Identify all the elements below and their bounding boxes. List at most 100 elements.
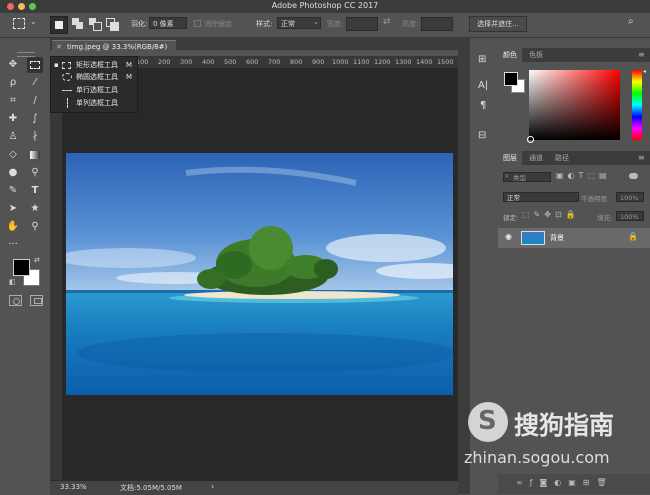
pen-tool-icon[interactable]: ✎ bbox=[5, 183, 21, 199]
layers-panel-tabs: 图层 通道 路径 ≡ bbox=[498, 151, 650, 165]
rectangular-marquee-tool-icon[interactable] bbox=[27, 57, 43, 73]
add-to-selection-icon[interactable] bbox=[70, 16, 86, 32]
close-tab-icon[interactable]: ✕ bbox=[56, 43, 62, 51]
width-input[interactable] bbox=[346, 17, 378, 31]
tab-swatches[interactable]: 色板 bbox=[524, 48, 548, 62]
history-panel-icon[interactable]: ⊞ bbox=[478, 54, 486, 65]
opacity-input[interactable]: 100% bbox=[616, 192, 644, 202]
opacity-label: 不透明度: bbox=[581, 195, 610, 203]
layer-name[interactable]: 背景 bbox=[550, 233, 564, 243]
select-and-mask-button[interactable]: 选择并遮住... bbox=[469, 16, 527, 32]
width-label: 宽度: bbox=[327, 20, 344, 28]
hue-slider[interactable] bbox=[632, 70, 642, 140]
marquee-tools-flyout: ▪ 矩形选框工具 M 椭圆选框工具 M 单行选框工具 单列选框工具 bbox=[50, 56, 138, 113]
flyout-item-single-column-marquee[interactable]: 单列选框工具 bbox=[54, 97, 134, 109]
clone-stamp-tool-icon[interactable]: ♙ bbox=[5, 129, 21, 145]
tab-color[interactable]: 颜色 bbox=[498, 48, 522, 62]
custom-shape-tool-icon[interactable]: ★ bbox=[27, 201, 43, 217]
single-column-marquee-icon bbox=[67, 98, 68, 108]
subtract-from-selection-icon[interactable] bbox=[87, 16, 103, 32]
title-bar: Adobe Photoshop CC 2017 bbox=[0, 0, 650, 13]
zoom-tool-icon[interactable]: ⚲ bbox=[27, 219, 43, 235]
zoom-level[interactable]: 33.33% bbox=[60, 483, 87, 491]
hue-slider-marker[interactable]: ◂ bbox=[643, 68, 646, 75]
layers-footer-icons[interactable]: ∞ƒ◙◐▣⊞🗑 bbox=[516, 478, 614, 487]
layer-thumbnail bbox=[521, 231, 545, 245]
ruler-label: 1200 bbox=[374, 58, 391, 66]
lock-icon[interactable]: 🔒 bbox=[628, 232, 638, 241]
lasso-tool-icon[interactable]: ρ bbox=[5, 75, 21, 91]
gradient-tool-icon[interactable] bbox=[27, 147, 43, 163]
eraser-tool-icon[interactable]: ◇ bbox=[5, 147, 21, 163]
hand-tool-icon[interactable]: ✋ bbox=[5, 219, 21, 235]
character-panel-icon[interactable]: A| bbox=[478, 80, 488, 91]
move-tool-icon[interactable]: ✥ bbox=[5, 57, 21, 73]
brush-tool-icon[interactable]: ∫ bbox=[27, 111, 43, 127]
type-tool-icon[interactable]: T bbox=[27, 183, 43, 199]
eye-icon[interactable]: ◉ bbox=[505, 232, 512, 241]
color-picker-cursor[interactable] bbox=[527, 136, 534, 143]
antialias-checkbox[interactable] bbox=[194, 20, 201, 27]
healing-brush-tool-icon[interactable]: ✚ bbox=[5, 111, 21, 127]
intersect-selection-icon[interactable] bbox=[104, 16, 120, 32]
flyout-item-elliptical-marquee[interactable]: 椭圆选框工具 M bbox=[54, 71, 134, 83]
height-input[interactable] bbox=[421, 17, 453, 31]
chevron-down-icon[interactable]: ⌄ bbox=[30, 17, 37, 26]
foreground-color-swatch[interactable] bbox=[13, 259, 30, 276]
dodge-tool-icon[interactable]: ⚲ bbox=[27, 165, 43, 181]
blur-tool-icon[interactable]: ● bbox=[5, 165, 21, 181]
swap-colors-icon[interactable]: ⇄ bbox=[34, 256, 40, 264]
ruler-label: 1400 bbox=[416, 58, 433, 66]
tab-paths[interactable]: 路径 bbox=[550, 151, 574, 165]
lock-icons[interactable]: ⬚✎✥⊡🔒 bbox=[522, 210, 580, 219]
filter-toggle[interactable] bbox=[629, 173, 638, 179]
chevron-right-icon[interactable]: › bbox=[211, 482, 214, 491]
ruler-label: 300 bbox=[180, 58, 193, 66]
screen-mode-icon[interactable] bbox=[30, 295, 43, 306]
ruler-label: 700 bbox=[268, 58, 281, 66]
marquee-preset-icon[interactable] bbox=[13, 18, 25, 29]
adjustments-panel-icon[interactable]: ⊟ bbox=[478, 130, 486, 141]
new-selection-icon[interactable] bbox=[50, 16, 68, 34]
layer-filter-select[interactable]: 类型 bbox=[503, 172, 551, 182]
height-label: 高度: bbox=[402, 20, 419, 28]
fill-label: 填充: bbox=[597, 214, 613, 222]
ruler-label: 900 bbox=[312, 58, 325, 66]
more-tools-icon[interactable]: ··· bbox=[5, 237, 21, 253]
default-colors-icon[interactable]: ◧ bbox=[9, 278, 16, 286]
fill-input[interactable]: 100% bbox=[616, 211, 644, 221]
eyedropper-tool-icon[interactable]: ∕ bbox=[27, 93, 43, 109]
document-image[interactable] bbox=[66, 153, 453, 395]
feather-input[interactable]: 0 像素 bbox=[149, 17, 187, 29]
document-tab[interactable]: ✕ timg.jpeg @ 33.3%(RGB/8#) bbox=[52, 40, 176, 54]
single-row-marquee-icon bbox=[62, 90, 72, 91]
chevron-down-icon: ⌄ bbox=[313, 18, 319, 26]
feather-label: 羽化: bbox=[131, 20, 148, 28]
ruler-label: 1300 bbox=[395, 58, 412, 66]
blend-mode-select[interactable]: 正常 bbox=[503, 192, 579, 202]
history-brush-tool-icon[interactable]: ∤ bbox=[27, 129, 43, 145]
swap-dimensions-icon[interactable]: ⇄ bbox=[383, 17, 391, 27]
panel-menu-icon[interactable]: ≡ bbox=[638, 153, 645, 162]
foreground-color-swatch[interactable] bbox=[504, 72, 518, 86]
path-selection-tool-icon[interactable]: ➤ bbox=[5, 201, 21, 217]
layer-filter-icons[interactable]: ▣◐T⬚▤ bbox=[556, 171, 611, 180]
flyout-item-rectangular-marquee[interactable]: ▪ 矩形选框工具 M bbox=[54, 59, 134, 71]
ruler-label: 600 bbox=[246, 58, 259, 66]
layer-row[interactable]: ◉ 背景 🔒 bbox=[498, 228, 650, 248]
tab-channels[interactable]: 通道 bbox=[524, 151, 548, 165]
quick-mask-icon[interactable] bbox=[9, 295, 22, 306]
flyout-item-single-row-marquee[interactable]: 单行选框工具 bbox=[54, 84, 134, 96]
magic-wand-tool-icon[interactable]: ⁄ bbox=[27, 75, 43, 91]
paragraph-panel-icon[interactable]: ¶ bbox=[480, 100, 486, 111]
panel-menu-icon[interactable]: ≡ bbox=[638, 50, 645, 59]
watermark-url: zhinan.sogou.com bbox=[464, 448, 610, 467]
color-picker-field[interactable] bbox=[529, 70, 620, 140]
document-size: 文档:5.05M/5.05M bbox=[120, 484, 182, 492]
ruler-label: 800 bbox=[290, 58, 303, 66]
tab-layers[interactable]: 图层 bbox=[498, 151, 522, 165]
window-title: Adobe Photoshop CC 2017 bbox=[271, 1, 379, 10]
crop-tool-icon[interactable]: ⌗ bbox=[5, 93, 21, 109]
search-icon[interactable]: ⌕ bbox=[628, 16, 634, 27]
search-icon: ⌕ bbox=[505, 172, 509, 180]
